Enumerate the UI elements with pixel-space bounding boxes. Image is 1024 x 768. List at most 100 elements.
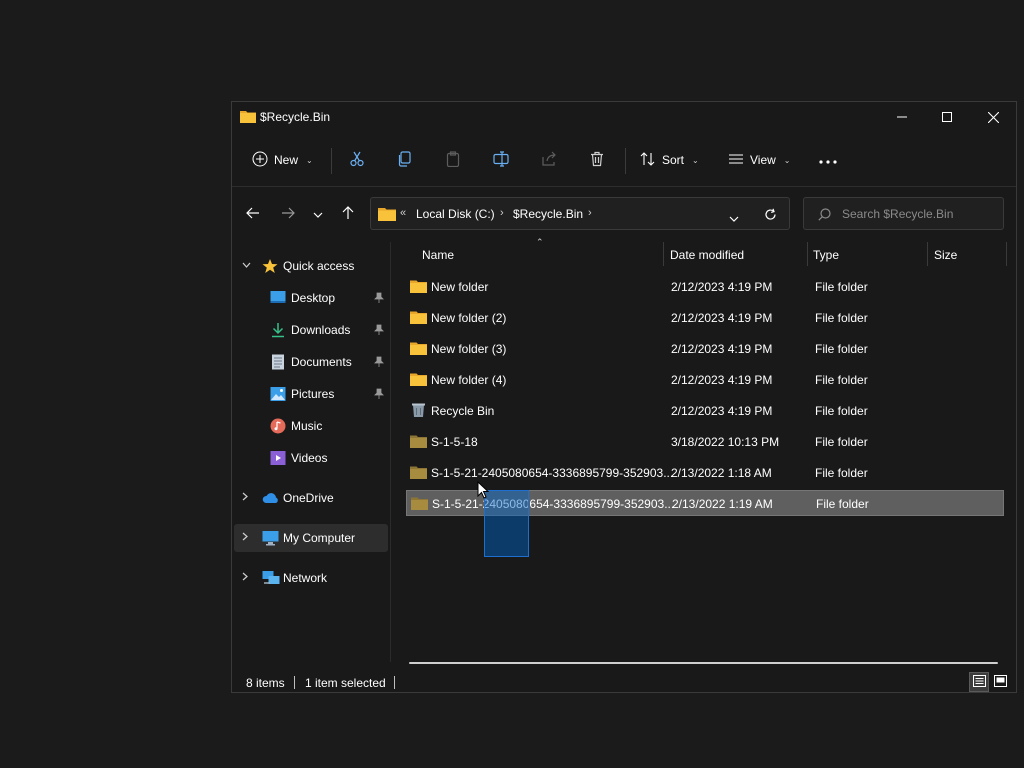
search-icon xyxy=(818,208,831,224)
address-dropdown-button[interactable] xyxy=(729,211,739,225)
horizontal-scrollbar[interactable] xyxy=(409,662,998,664)
new-label: New xyxy=(274,153,299,167)
chevron-right-icon[interactable] xyxy=(242,532,248,543)
sort-button[interactable]: Sort ⌄ xyxy=(640,146,699,174)
file-row[interactable]: Recycle Bin 2/12/2023 4:19 PM File folde… xyxy=(406,398,1004,424)
breadcrumb-recycle-bin[interactable]: $Recycle.Bin xyxy=(513,207,583,221)
more-icon xyxy=(819,153,837,167)
chevron-right-icon[interactable]: › xyxy=(588,207,592,219)
sidebar-item-videos[interactable]: Videos xyxy=(234,444,388,472)
column-divider[interactable] xyxy=(1006,242,1007,266)
pin-icon[interactable] xyxy=(374,324,384,338)
back-button[interactable] xyxy=(241,202,265,226)
delete-button[interactable] xyxy=(589,146,605,174)
arrow-left-icon xyxy=(246,207,260,222)
clipboard-icon xyxy=(445,150,461,170)
pin-icon[interactable] xyxy=(374,292,384,306)
sidebar-item-label: Desktop xyxy=(291,291,336,305)
search-input[interactable] xyxy=(842,206,992,222)
sidebar-item-music[interactable]: Music xyxy=(234,412,388,440)
file-name: New folder xyxy=(431,280,489,294)
system-folder-icon xyxy=(411,496,428,513)
column-header-type[interactable]: Type xyxy=(813,248,839,272)
large-icons-view-button[interactable] xyxy=(990,672,1010,692)
sidebar-item-my-computer[interactable]: My Computer xyxy=(234,524,388,552)
breadcrumb-overflow[interactable]: « xyxy=(400,207,406,219)
sidebar-item-label: Videos xyxy=(291,451,328,465)
up-button[interactable] xyxy=(336,202,360,226)
column-header-name[interactable]: Name xyxy=(422,248,454,272)
close-button[interactable] xyxy=(970,102,1016,132)
chevron-down-icon[interactable] xyxy=(242,260,251,270)
picture-icon xyxy=(270,386,286,405)
chevron-right-icon[interactable] xyxy=(242,492,248,503)
forward-button[interactable] xyxy=(276,202,300,226)
folder-icon xyxy=(378,206,396,224)
address-bar[interactable]: « Local Disk (C:) › $Recycle.Bin › xyxy=(370,197,790,230)
sidebar-item-label: Quick access xyxy=(283,259,355,273)
paste-button[interactable] xyxy=(445,146,461,174)
cloud-icon xyxy=(262,492,280,507)
pane-divider[interactable] xyxy=(390,242,391,662)
file-row[interactable]: S-1-5-21-2405080654-3336895799-352903...… xyxy=(406,460,1004,486)
see-more-button[interactable] xyxy=(819,146,837,174)
file-name: New folder (4) xyxy=(431,373,507,387)
sidebar-item-documents[interactable]: Documents xyxy=(234,348,388,376)
column-header-date-modified[interactable]: Date modified xyxy=(670,248,744,272)
status-bar: 8 items 1 item selected xyxy=(232,672,1016,694)
column-divider[interactable] xyxy=(927,242,928,266)
status-separator xyxy=(294,676,295,689)
sidebar-item-pictures[interactable]: Pictures xyxy=(234,380,388,408)
file-name: S-1-5-21-2405080654-3336895799-352903... xyxy=(432,497,675,511)
column-divider[interactable] xyxy=(663,242,664,266)
column-divider[interactable] xyxy=(807,242,808,266)
cut-button[interactable] xyxy=(349,146,365,174)
sidebar-item-label: Documents xyxy=(291,355,352,369)
pin-icon[interactable] xyxy=(374,356,384,370)
arrow-up-icon xyxy=(342,205,354,223)
file-list: ⌃ Name Date modified Type Size New folde… xyxy=(406,237,1007,667)
refresh-icon[interactable] xyxy=(764,208,777,224)
file-type: File folder xyxy=(815,311,868,325)
folder-icon xyxy=(240,109,256,126)
recycle-bin-icon xyxy=(412,402,425,421)
view-button[interactable]: View ⌄ xyxy=(728,146,791,174)
file-type: File folder xyxy=(815,435,868,449)
computer-icon xyxy=(262,530,279,549)
file-row[interactable]: New folder 2/12/2023 4:19 PM File folder xyxy=(406,274,1004,300)
sidebar-item-label: Music xyxy=(291,419,323,433)
chevron-right-icon[interactable] xyxy=(242,572,248,583)
pin-icon[interactable] xyxy=(374,388,384,402)
sidebar-item-network[interactable]: Network xyxy=(234,564,388,592)
file-row[interactable]: New folder (3) 2/12/2023 4:19 PM File fo… xyxy=(406,336,1004,362)
file-type: File folder xyxy=(815,342,868,356)
sidebar-item-downloads[interactable]: Downloads xyxy=(234,316,388,344)
system-folder-icon xyxy=(410,434,427,451)
title-bar: $Recycle.Bin xyxy=(232,102,1016,132)
file-name: S-1-5-18 xyxy=(431,435,478,449)
file-row[interactable]: New folder (2) 2/12/2023 4:19 PM File fo… xyxy=(406,305,1004,331)
file-type: File folder xyxy=(815,373,868,387)
recent-locations-button[interactable] xyxy=(306,202,330,226)
maximize-button[interactable] xyxy=(924,102,970,132)
sidebar-item-desktop[interactable]: Desktop xyxy=(234,284,388,312)
breadcrumb-local-disk[interactable]: Local Disk (C:) xyxy=(416,207,495,221)
column-header-size[interactable]: Size xyxy=(934,248,957,272)
file-name: New folder (3) xyxy=(431,342,507,356)
scissors-icon xyxy=(349,151,365,170)
file-explorer-window: $Recycle.Bin New ⌄ Sort ⌄ View ⌄ « Local… xyxy=(231,101,1017,693)
file-row[interactable]: New folder (4) 2/12/2023 4:19 PM File fo… xyxy=(406,367,1004,393)
rename-icon xyxy=(493,150,509,170)
details-view-button[interactable] xyxy=(969,672,989,692)
chevron-right-icon[interactable]: › xyxy=(500,207,504,219)
sidebar-item-onedrive[interactable]: OneDrive xyxy=(234,484,388,512)
minimize-button[interactable] xyxy=(879,102,925,132)
file-row[interactable]: S-1-5-18 3/18/2022 10:13 PM File folder xyxy=(406,429,1004,455)
new-button[interactable]: New ⌄ xyxy=(252,146,313,174)
share-button[interactable] xyxy=(541,146,557,174)
copy-icon xyxy=(397,150,413,170)
copy-button[interactable] xyxy=(397,146,413,174)
search-box[interactable] xyxy=(803,197,1004,230)
sidebar-item-quick-access[interactable]: Quick access xyxy=(234,252,388,280)
rename-button[interactable] xyxy=(493,146,509,174)
